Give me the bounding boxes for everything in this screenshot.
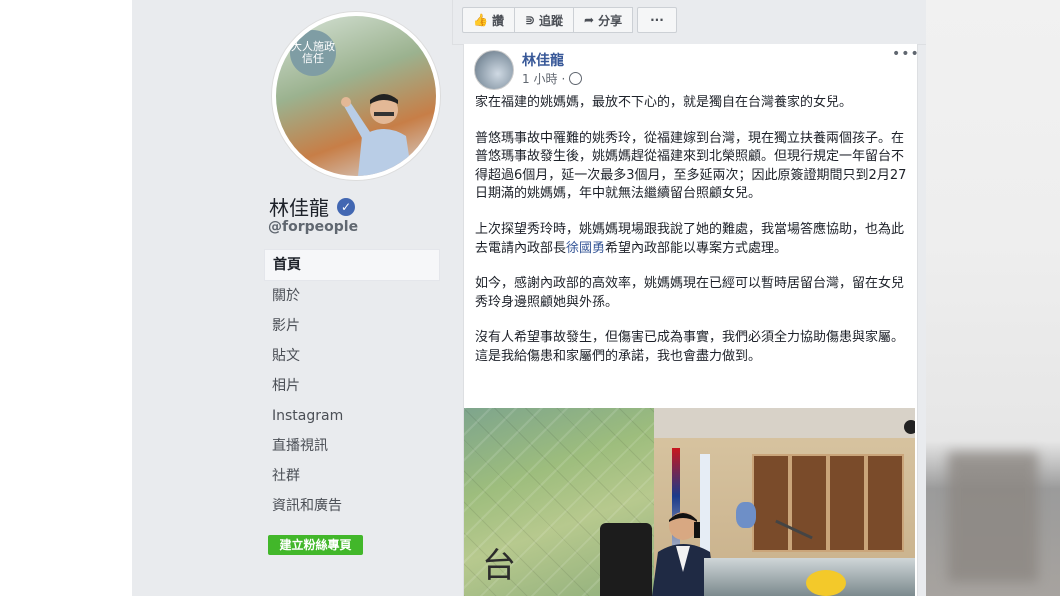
cabinet xyxy=(828,454,866,552)
clock xyxy=(904,420,915,434)
nav-item-info-ads[interactable]: 資訊和廣告 xyxy=(264,491,440,521)
post-timestamp[interactable]: 1 小時 · xyxy=(522,70,583,87)
blurred-side-panel xyxy=(926,0,1060,596)
page-nav: 首頁 關於 影片 貼文 相片 Instagram 直播視訊 社群 資訊和廣告 xyxy=(264,249,440,521)
verified-badge-icon: ✓ xyxy=(337,197,355,216)
share-arrow-icon: ➦ xyxy=(584,13,595,27)
cabinet xyxy=(866,454,904,552)
nav-item-posts[interactable]: 貼文 xyxy=(264,341,440,371)
page-name-text: 林佳龍 xyxy=(269,196,329,220)
rss-icon: ⋑ xyxy=(524,13,536,27)
ceiling xyxy=(654,408,915,438)
nav-item-live[interactable]: 直播視訊 xyxy=(264,431,440,461)
post-author-avatar[interactable] xyxy=(474,50,514,90)
vase xyxy=(736,502,756,528)
post-paragraph: 如今，感謝內政部的高效率，姚媽媽現在已經可以暫時居留台灣，留在女兒秀玲身邊照顧她… xyxy=(475,276,905,310)
avatar-badge: 大人施政 信任 xyxy=(290,30,336,76)
post-photo[interactable]: 台 xyxy=(464,408,915,596)
post-paragraph: 家在福建的姚媽媽，最放不下心的，就是獨自在台灣養家的女兒。 xyxy=(475,95,853,110)
office-chair xyxy=(600,523,652,596)
follow-button[interactable]: ⋑ 追蹤 xyxy=(513,7,575,33)
person-figure xyxy=(341,94,412,176)
mention-link[interactable]: 徐國勇 xyxy=(566,241,605,256)
post-options-button[interactable]: ••• xyxy=(892,46,920,62)
yellow-toy xyxy=(806,570,846,596)
thumbs-up-icon: 👍 xyxy=(473,13,488,27)
nav-item-videos[interactable]: 影片 xyxy=(264,311,440,341)
post-paragraph: 上次探望秀玲時，姚媽媽現場跟我說了她的難處，我當場答應協助，也為此去電請內政部長… xyxy=(475,221,909,258)
globe-icon xyxy=(569,72,583,85)
share-label: 分享 xyxy=(598,13,623,28)
more-button[interactable]: ··· xyxy=(637,7,677,33)
post-time-text: 1 小時 xyxy=(522,72,558,86)
calligraphy-art: 台 xyxy=(482,546,520,586)
like-button[interactable]: 👍 讚 xyxy=(462,7,515,33)
like-label: 讚 xyxy=(491,13,504,28)
divider xyxy=(452,0,453,44)
nav-item-home[interactable]: 首頁 xyxy=(264,249,440,281)
page-handle[interactable]: @forpeople xyxy=(268,219,358,235)
page-name[interactable]: 林佳龍 ✓ xyxy=(269,192,355,221)
follow-label: 追蹤 xyxy=(539,13,564,28)
page-action-bar: 👍 讚 ⋑ 追蹤 ➦ 分享 ··· xyxy=(462,7,677,33)
post-author-name[interactable]: 林佳龍 xyxy=(522,50,564,70)
post-text-span: 希望內政部能以專案方式處理。 xyxy=(605,240,788,256)
nav-item-photos[interactable]: 相片 xyxy=(264,371,440,401)
nav-item-about[interactable]: 關於 xyxy=(264,281,440,311)
nav-item-instagram[interactable]: Instagram xyxy=(264,401,440,431)
create-page-button[interactable]: 建立粉絲專頁 xyxy=(268,535,363,555)
post-paragraph: 沒有人希望事故發生，但傷害已成為事實，我們必須全力協助傷患與家屬。這是我給傷患和… xyxy=(475,330,905,364)
post-paragraph: 普悠瑪事故中罹難的姚秀玲，從福建嫁到台灣，現在獨立扶養兩個孩子。在普悠瑪事故發生… xyxy=(475,130,907,202)
cabinet xyxy=(752,454,790,552)
share-button[interactable]: ➦ 分享 xyxy=(573,7,634,33)
post-body: 家在福建的姚媽媽，最放不下心的，就是獨自在台灣養家的女兒。 普悠瑪事故中罹難的姚… xyxy=(475,94,909,384)
profile-picture[interactable]: 大人施政 信任 xyxy=(272,12,440,180)
nav-item-community[interactable]: 社群 xyxy=(264,461,440,491)
